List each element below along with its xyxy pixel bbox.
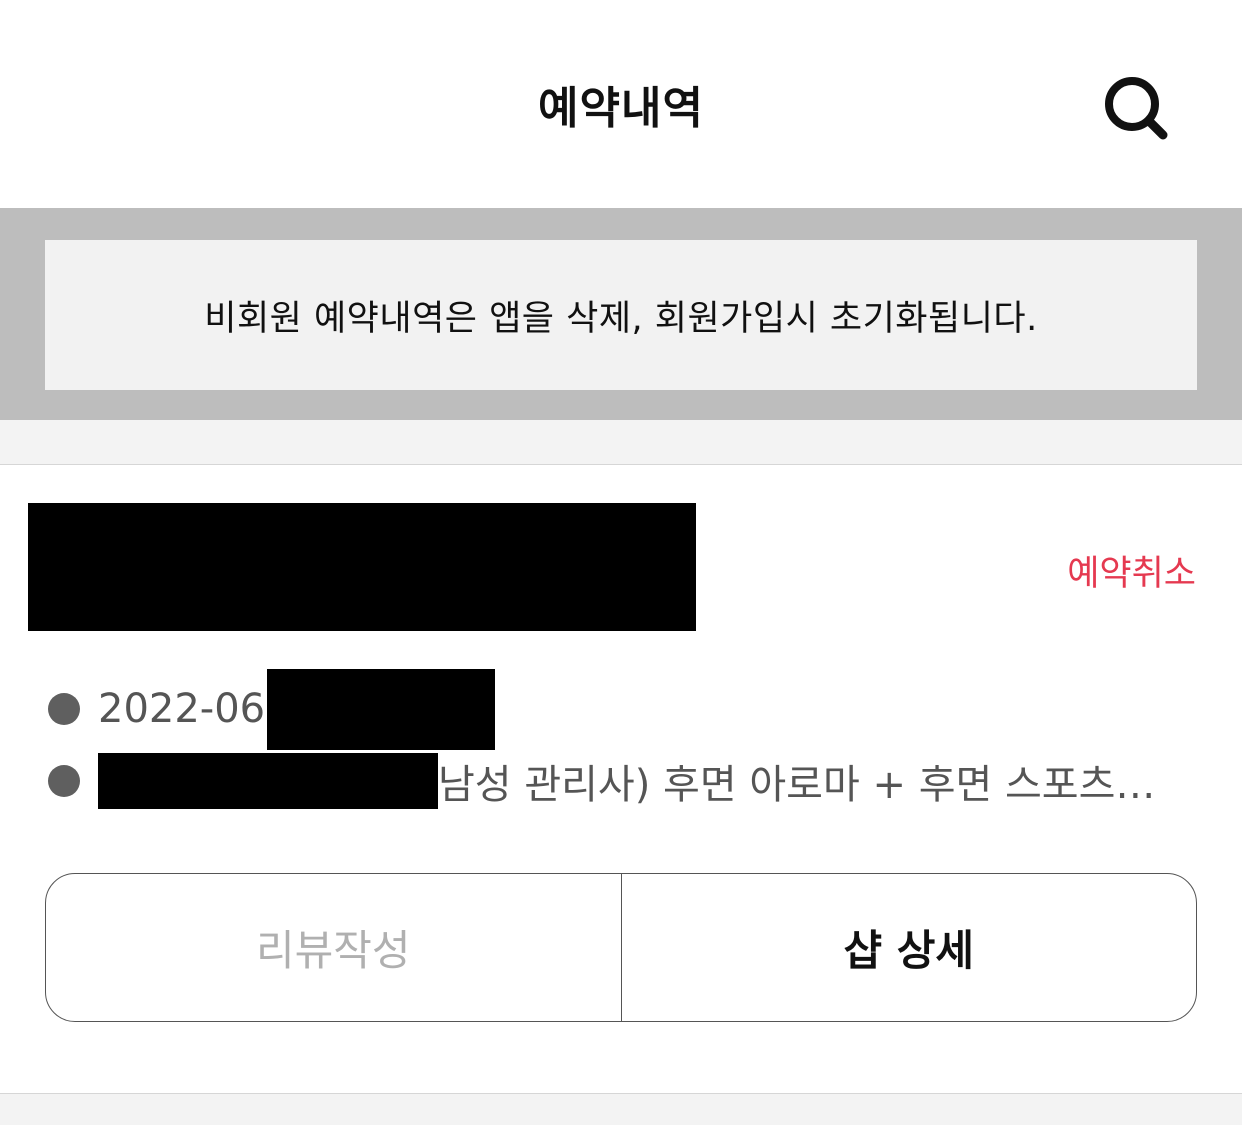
redacted-service-prefix	[98, 753, 438, 809]
notice-text: 비회원 예약내역은 앱을 삭제, 회원가입시 초기화됩니다.	[204, 298, 1038, 339]
notice-banner: 비회원 예약내역은 앱을 삭제, 회원가입시 초기화됩니다.	[0, 208, 1242, 420]
reservation-date: 2022-06	[98, 686, 266, 732]
reservation-service: 남성 관리사) 후면 아로마 + 후면 스포츠…	[438, 762, 1156, 808]
app-header: 예약내역	[0, 0, 1242, 208]
bottom-divider	[0, 1093, 1242, 1125]
reservation-card: 예약취소 2022-06 남성 관리사) 후면 아로마 + 후면 스포츠… 리뷰…	[0, 465, 1242, 1093]
reservation-service-row: 남성 관리사) 후면 아로마 + 후면 스포츠…	[48, 751, 1155, 811]
write-review-button[interactable]: 리뷰작성	[46, 874, 622, 1021]
shop-detail-button[interactable]: 샵 상세	[622, 874, 1197, 1021]
bullet-dot	[48, 693, 80, 725]
redacted-date-detail	[267, 668, 496, 750]
search-button[interactable]	[1096, 70, 1176, 150]
bullet-dot	[48, 765, 80, 797]
cancel-reservation-button[interactable]: 예약취소	[1067, 545, 1196, 596]
notice-box: 비회원 예약내역은 앱을 삭제, 회원가입시 초기화됩니다.	[45, 240, 1197, 390]
reservation-actions: 리뷰작성 샵 상세	[45, 873, 1197, 1022]
search-icon	[1105, 77, 1168, 140]
section-divider	[0, 420, 1242, 465]
redacted-shop-name	[28, 503, 696, 631]
reservation-date-row: 2022-06	[48, 668, 496, 750]
page-title: 예약내역	[538, 83, 704, 134]
